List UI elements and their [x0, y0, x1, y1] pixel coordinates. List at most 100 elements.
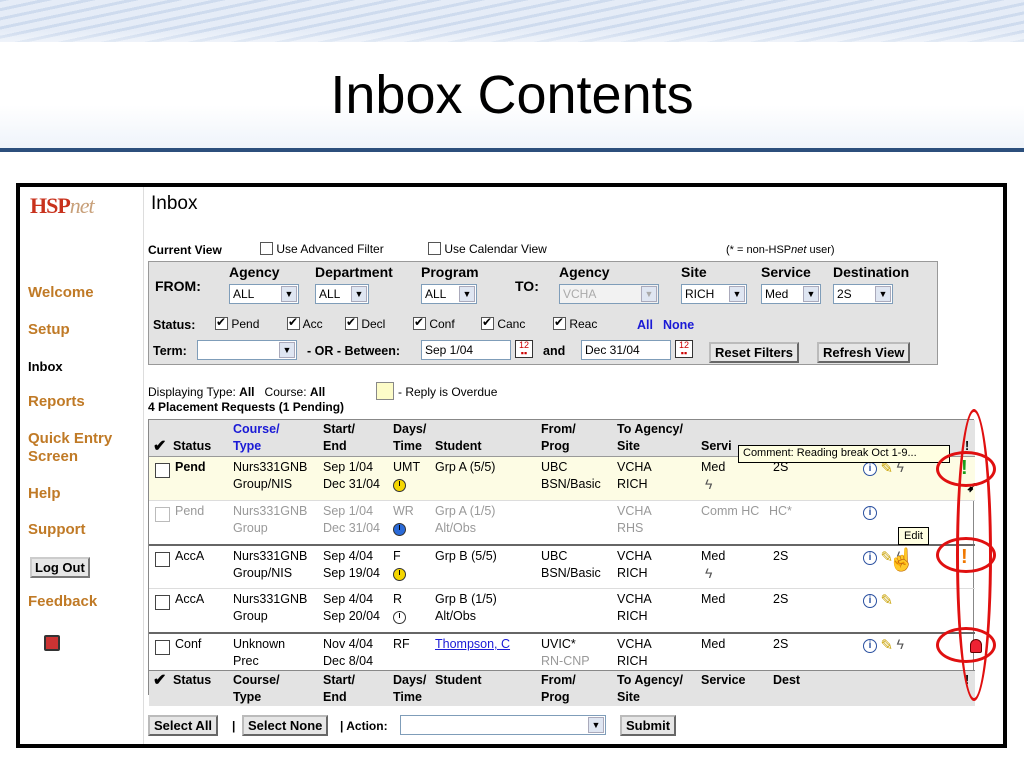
col-end[interactable]: End: [323, 689, 347, 706]
checkbox[interactable]: [345, 315, 358, 330]
hspnet-logo[interactable]: HSPnet: [30, 193, 95, 219]
col-status[interactable]: Status: [173, 438, 211, 455]
checkbox[interactable]: [215, 315, 228, 330]
nav-setup[interactable]: Setup: [28, 321, 70, 338]
nav-help[interactable]: Help: [28, 485, 61, 502]
student-link[interactable]: Thompson, C: [435, 636, 510, 653]
row-checkbox[interactable]: [155, 507, 170, 522]
status-decl[interactable]: Decl: [345, 315, 385, 331]
department-select[interactable]: ALL ▼: [315, 284, 369, 304]
select-all-button[interactable]: Select All: [148, 715, 219, 736]
nav-inbox[interactable]: Inbox: [28, 359, 63, 374]
col-course[interactable]: Course/: [233, 421, 280, 438]
checkbox[interactable]: [413, 315, 426, 330]
col-from[interactable]: From/: [541, 421, 576, 438]
col-to-agency[interactable]: To Agency/: [617, 421, 683, 438]
col-prog[interactable]: Prog: [541, 438, 569, 455]
nav-reports[interactable]: Reports: [28, 393, 85, 410]
checkbox[interactable]: [260, 242, 273, 255]
col-days[interactable]: Days/: [393, 421, 426, 438]
term-select[interactable]: ▼: [197, 340, 297, 360]
col-days[interactable]: Days/: [393, 672, 426, 689]
refresh-view-button[interactable]: Refresh View: [817, 342, 911, 363]
reset-filters-button[interactable]: Reset Filters: [709, 342, 800, 363]
checkbox[interactable]: [481, 315, 494, 330]
table-row[interactable]: Conf Unknown Prec Nov 4/04 Dec 8/04 RF T…: [149, 632, 975, 670]
info-icon[interactable]: i: [863, 462, 877, 476]
row-checkbox[interactable]: [155, 463, 170, 478]
info-icon[interactable]: i: [863, 506, 877, 520]
pencil-icon[interactable]: ✎: [880, 637, 893, 654]
logout-button[interactable]: Log Out: [30, 557, 90, 578]
table-row[interactable]: AccA Nurs331GNB Group/NIS Sep 4/04 Sep 1…: [149, 544, 975, 588]
col-type[interactable]: Type: [233, 438, 261, 455]
advanced-filter-toggle[interactable]: Use Advanced Filter: [260, 242, 384, 256]
row-checkbox[interactable]: [155, 552, 170, 567]
start-date-input[interactable]: Sep 1/04: [421, 340, 511, 360]
label: Use Advanced Filter: [276, 242, 384, 256]
destination-select[interactable]: 2S ▼: [833, 284, 893, 304]
row-checkbox[interactable]: [155, 640, 170, 655]
nav-support[interactable]: Support: [28, 521, 86, 538]
col-type[interactable]: Type: [233, 689, 261, 706]
col-start[interactable]: Start/: [323, 421, 355, 438]
col-time[interactable]: Time: [393, 689, 422, 706]
agency-select[interactable]: ALL ▼: [229, 284, 299, 304]
checkbox[interactable]: [428, 242, 441, 255]
destination-label: Destination: [833, 264, 910, 280]
col-prog[interactable]: Prog: [541, 689, 569, 706]
row-end: Dec 31/04: [323, 477, 380, 491]
status-reac[interactable]: Reac: [553, 315, 597, 331]
status-pend[interactable]: Pend: [215, 315, 259, 331]
nav-feedback[interactable]: Feedback: [28, 593, 97, 610]
status-none-link[interactable]: None: [663, 318, 694, 332]
action-select[interactable]: ▼: [400, 715, 606, 735]
col-end[interactable]: End: [323, 438, 347, 455]
chevron-down-icon: ▼: [875, 286, 891, 302]
overdue-legend: - Reply is Overdue: [398, 385, 498, 399]
col-to-agency[interactable]: To Agency/: [617, 672, 683, 689]
clock-icon: [393, 568, 406, 581]
col-course[interactable]: Course/: [233, 672, 280, 689]
service-select[interactable]: Med ▼: [761, 284, 821, 304]
status-conf[interactable]: Conf: [413, 315, 455, 331]
program-select[interactable]: ALL ▼: [421, 284, 477, 304]
col-status[interactable]: Status: [173, 672, 211, 689]
col-student[interactable]: Student: [435, 672, 482, 689]
row-checkbox[interactable]: [155, 595, 170, 610]
nav-welcome[interactable]: Welcome: [28, 284, 94, 301]
site-select[interactable]: RICH ▼: [681, 284, 747, 304]
feedback-icon[interactable]: [44, 635, 60, 651]
col-site[interactable]: Site: [617, 438, 640, 455]
info-icon[interactable]: i: [863, 639, 877, 653]
col-from[interactable]: From/: [541, 672, 576, 689]
table-row[interactable]: Pend Nurs331GNB Group Sep 1/04 Dec 31/04…: [149, 500, 975, 544]
table-row[interactable]: AccA Nurs331GNB Group Sep 4/04 Sep 20/04…: [149, 588, 975, 632]
info-icon[interactable]: i: [863, 551, 877, 565]
sidebar: HSPnet Welcome Setup Inbox Reports Quick…: [20, 187, 144, 744]
col-dest[interactable]: Dest: [773, 672, 800, 689]
col-site[interactable]: Site: [617, 689, 640, 706]
info-icon[interactable]: i: [863, 594, 877, 608]
status-canc[interactable]: Canc: [481, 315, 525, 331]
end-calendar-icon[interactable]: 12 ▪▪: [675, 340, 693, 358]
col-start[interactable]: Start/: [323, 672, 355, 689]
pencil-icon[interactable]: ✎: [880, 592, 893, 609]
checkbox[interactable]: [553, 315, 566, 330]
bolt-icon[interactable]: ϟ: [897, 636, 904, 653]
select-none-button[interactable]: Select None: [242, 715, 329, 736]
col-student[interactable]: Student: [435, 438, 482, 455]
start-calendar-icon[interactable]: 12 ▪▪: [515, 340, 533, 358]
checkbox[interactable]: [287, 315, 300, 330]
end-date-input[interactable]: Dec 31/04: [581, 340, 671, 360]
submit-button[interactable]: Submit: [620, 715, 677, 736]
status-acc[interactable]: Acc: [287, 315, 323, 331]
status-all-link[interactable]: All: [637, 318, 653, 332]
nav-quick-entry[interactable]: Quick Entry Screen: [28, 430, 138, 466]
calendar-view-toggle[interactable]: Use Calendar View: [428, 242, 547, 256]
col-service[interactable]: Service: [701, 672, 745, 689]
col-service[interactable]: Servi: [701, 438, 732, 455]
row-student: Grp B (5/5): [435, 549, 497, 563]
row-to-agency: VCHA: [617, 549, 652, 563]
col-time[interactable]: Time: [393, 438, 422, 455]
